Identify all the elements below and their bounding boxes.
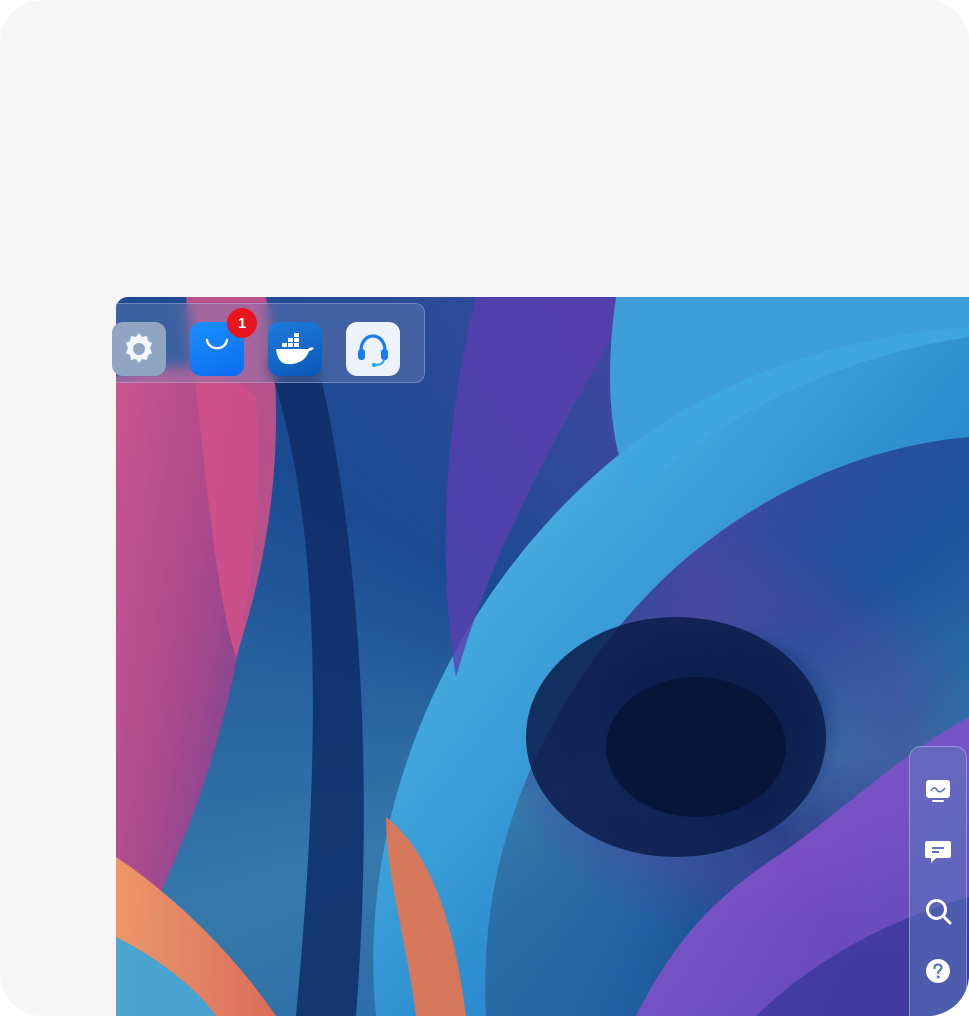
search-icon: [926, 899, 952, 925]
headset-icon: [358, 334, 388, 368]
monitor-icon: [926, 780, 950, 802]
desktop-wallpaper: [116, 297, 969, 1016]
support-app-button[interactable]: [346, 322, 400, 376]
right-toolbar: [909, 746, 967, 1016]
help-button[interactable]: [922, 955, 954, 987]
app-dock: 1: [112, 303, 425, 383]
gear-icon: [126, 333, 152, 363]
monitor-button[interactable]: [922, 775, 954, 807]
docker-app-button[interactable]: [268, 322, 322, 376]
search-button[interactable]: [922, 895, 954, 927]
window-frame: 1: [0, 0, 969, 1016]
chat-icon: [925, 841, 951, 863]
docker-whale-icon: [276, 333, 314, 365]
settings-app-button[interactable]: [112, 322, 166, 376]
chat-button[interactable]: [922, 835, 954, 867]
wallpaper-art: [116, 297, 969, 1016]
help-icon: [926, 959, 950, 983]
notification-badge: 1: [227, 308, 257, 338]
